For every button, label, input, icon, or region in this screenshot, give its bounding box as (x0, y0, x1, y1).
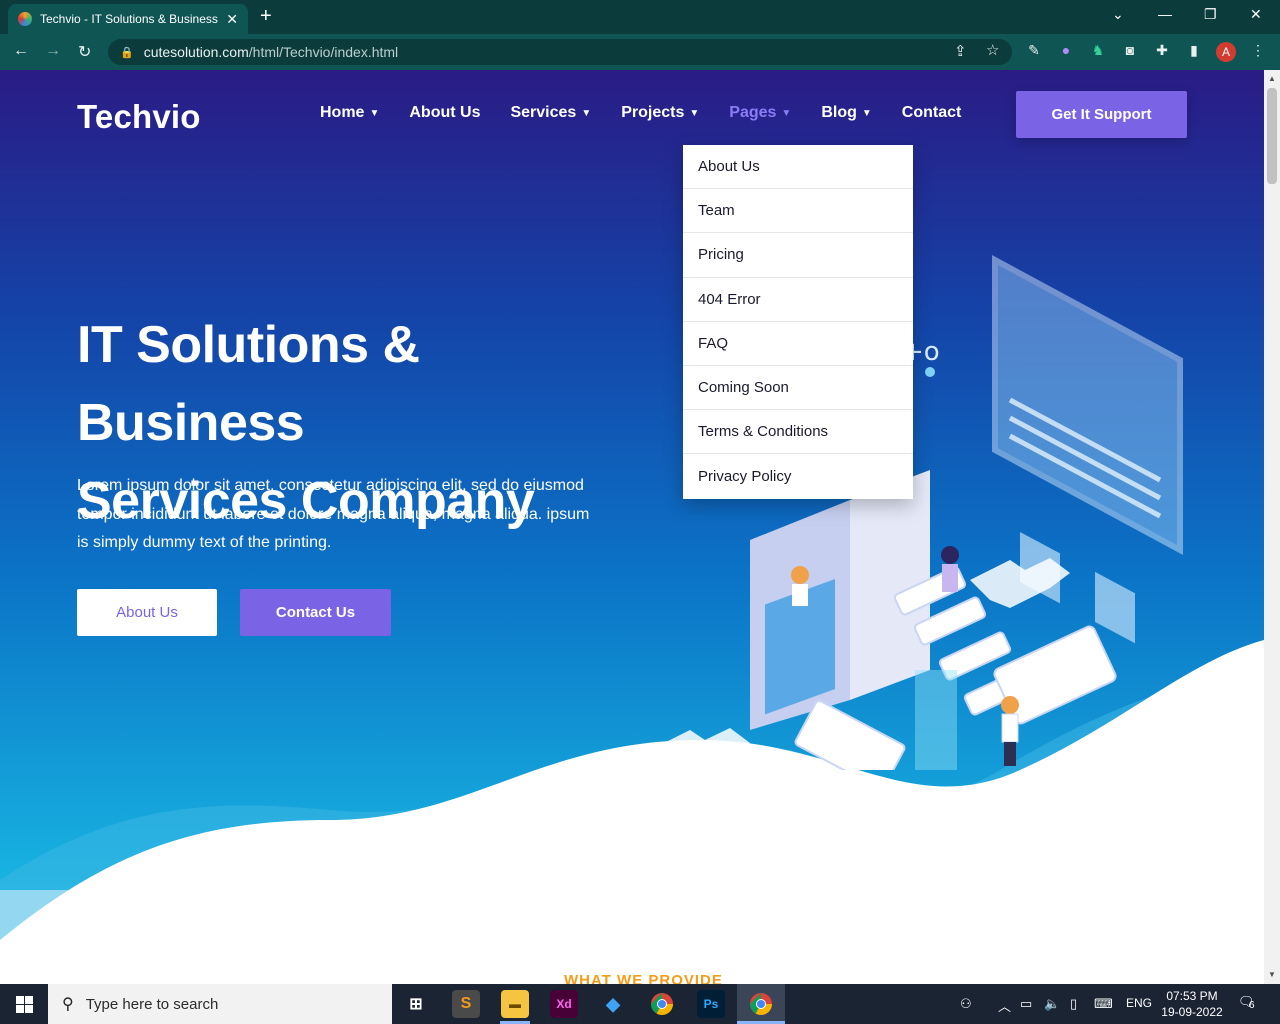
browser-toolbar: ← → ↻ 🔒 cutesolution.com/html/Techvio/in… (0, 34, 1280, 70)
hero-title-line1: IT Solutions & Business (77, 316, 420, 452)
page-scrollbar[interactable]: ▲ ▼ (1264, 70, 1280, 984)
dropdown-item-coming-soon[interactable]: Coming Soon (683, 366, 913, 411)
nav-label: Blog (821, 104, 857, 121)
nav-label: Services (510, 104, 577, 121)
hero-description: Lorem ipsum dolor sit amet, consectetur … (77, 477, 590, 551)
chrome-active-icon[interactable] (747, 990, 775, 1018)
close-window-icon[interactable]: ✕ (1250, 6, 1262, 23)
vscode-icon[interactable]: ◆ (599, 990, 627, 1018)
nav-label: Projects (621, 104, 685, 121)
contact-us-button[interactable]: Contact Us (240, 589, 391, 636)
address-bar[interactable]: 🔒 cutesolution.com/html/Techvio/index.ht… (108, 39, 1012, 65)
nav-label: Home (320, 104, 365, 121)
chevron-down-icon: ▼ (581, 107, 592, 119)
back-icon[interactable]: ← (13, 42, 29, 60)
network-icon[interactable]: ▭ (1020, 996, 1032, 1012)
file-explorer-icon[interactable]: ▬ (501, 990, 529, 1018)
dropdown-item-privacy-policy[interactable]: Privacy Policy (683, 454, 913, 498)
photoshop-icon[interactable]: Ps (697, 990, 725, 1018)
lock-icon: 🔒 (120, 46, 134, 59)
scroll-down-icon[interactable]: ▼ (1268, 970, 1276, 979)
extension-camera-icon[interactable]: ◙ (1120, 42, 1140, 62)
windows-taskbar: ⚲ Type here to search ⊞ S ▬ Xd ◆ Ps ⚇ ︿ … (0, 984, 1280, 1024)
scroll-up-icon[interactable]: ▲ (1268, 74, 1276, 83)
share-icon[interactable]: ⇪ (954, 42, 967, 60)
sublime-text-icon[interactable]: S (452, 990, 480, 1018)
nav-about-us[interactable]: About Us (409, 104, 480, 122)
url-path: /html/Techvio/index.html (248, 44, 399, 60)
restore-icon[interactable]: ❐ (1204, 6, 1217, 23)
nav-contact[interactable]: Contact (902, 104, 962, 122)
site-logo[interactable]: Techvio (77, 98, 201, 136)
clock-date: 19-09-2022 (1161, 1005, 1223, 1019)
nav-label: Pages (729, 104, 777, 121)
nav-services[interactable]: Services ▼ (510, 104, 591, 122)
notification-count: 6 (1249, 1000, 1255, 1011)
dropdown-item-about-us[interactable]: About Us (683, 145, 913, 190)
language-indicator[interactable]: ENG (1126, 996, 1152, 1010)
browser-tab-bar: Techvio - IT Solutions & Business ✕ + ⌄ … (0, 0, 1280, 34)
nav-blog[interactable]: Blog ▼ (821, 104, 871, 122)
extension-pen-icon[interactable]: ✎ (1024, 42, 1044, 62)
extension-bird-icon[interactable]: ♞ (1088, 42, 1108, 62)
chrome-icon[interactable] (648, 990, 676, 1018)
main-nav: Home ▼ About Us Services ▼ Projects ▼ Pages… (320, 104, 961, 122)
forward-icon[interactable]: → (45, 42, 61, 60)
section-label: WHAT WE PROVIDE (564, 972, 723, 984)
task-view-icon[interactable]: ⊞ (402, 990, 430, 1018)
tray-chevron-up-icon[interactable]: ︿ (998, 996, 1011, 1015)
browser-tab[interactable]: Techvio - IT Solutions & Business ✕ (8, 4, 248, 34)
search-icon: ⚲ (62, 996, 74, 1013)
side-panel-icon[interactable]: ▮ (1184, 42, 1204, 62)
taskbar-search[interactable]: ⚲ Type here to search (48, 984, 392, 1024)
people-icon[interactable]: ⚇ (960, 996, 972, 1012)
volume-muted-icon[interactable]: 🔈 (1044, 996, 1060, 1012)
minimize-icon[interactable]: — (1158, 6, 1172, 22)
new-tab-icon[interactable]: + (260, 6, 272, 26)
adobe-xd-icon[interactable]: Xd (550, 990, 578, 1018)
get-support-button[interactable]: Get It Support (1016, 91, 1187, 138)
extensions-puzzle-icon[interactable]: ✚ (1152, 42, 1172, 62)
taskbar-clock[interactable]: 07:53 PM 19-09-2022 (1156, 988, 1228, 1020)
dropdown-item-pricing[interactable]: Pricing (683, 233, 913, 278)
battery-icon[interactable]: ▯ (1070, 996, 1077, 1012)
chevron-down-icon: ▼ (781, 107, 792, 119)
keyboard-icon[interactable]: ⌨ (1094, 996, 1113, 1012)
nav-projects[interactable]: Projects ▼ (621, 104, 699, 122)
pages-dropdown-menu: About Us Team Pricing 404 Error FAQ Comi… (683, 145, 913, 499)
nav-pages[interactable]: Pages ▼ (729, 104, 791, 122)
bookmark-star-icon[interactable]: ☆ (986, 41, 999, 59)
profile-avatar[interactable]: A (1216, 42, 1236, 62)
close-tab-icon[interactable]: ✕ (226, 11, 238, 28)
dropdown-item-404-error[interactable]: 404 Error (683, 278, 913, 322)
dropdown-item-faq[interactable]: FAQ (683, 322, 913, 366)
windows-start-icon[interactable] (0, 984, 48, 1024)
url-host: cutesolution.com (143, 44, 249, 60)
clock-time: 07:53 PM (1166, 989, 1218, 1003)
dropdown-item-terms[interactable]: Terms & Conditions (683, 410, 913, 455)
page-viewport: +o Techvio Home ▼ About Us Services ▼ Pr… (0, 70, 1264, 984)
nav-label: About Us (409, 104, 481, 121)
about-us-button[interactable]: About Us (77, 589, 217, 636)
notifications-icon[interactable]: 🗨 6 (1238, 994, 1258, 1014)
tab-search-chevron-icon[interactable]: ⌄ (1112, 6, 1124, 23)
nav-label: Contact (901, 104, 962, 121)
tab-title: Techvio - IT Solutions & Business (40, 12, 218, 26)
reload-icon[interactable]: ↻ (78, 42, 91, 62)
chevron-down-icon: ▼ (689, 107, 700, 119)
chevron-down-icon: ▼ (369, 107, 380, 119)
nav-home[interactable]: Home ▼ (320, 104, 379, 122)
chevron-down-icon: ▼ (861, 107, 872, 119)
taskbar-search-placeholder: Type here to search (85, 995, 219, 1013)
extension-circle-icon[interactable]: ● (1056, 42, 1076, 62)
scrollbar-thumb[interactable] (1267, 88, 1277, 184)
browser-menu-icon[interactable]: ⋮ (1248, 42, 1268, 62)
dropdown-item-team[interactable]: Team (683, 189, 913, 234)
site-favicon-icon (18, 12, 32, 26)
